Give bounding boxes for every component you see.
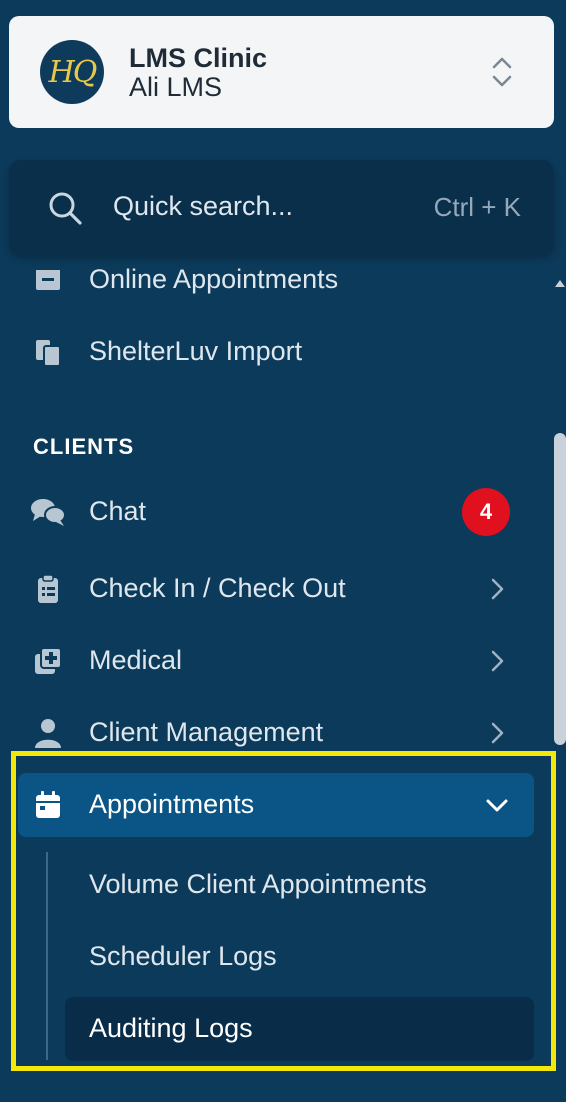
nav-item-label: Medical: [89, 645, 183, 675]
nav-item-label: Chat: [89, 496, 147, 526]
chevron-up-down-icon[interactable]: [489, 54, 515, 90]
subnav-item-scheduler-logs[interactable]: Scheduler Logs: [65, 925, 534, 989]
chevron-down-icon: [486, 799, 508, 812]
nav-item-online-appointments[interactable]: Online Appointments: [18, 248, 534, 312]
medical-plus-icon: [35, 647, 62, 674]
org-logo: HQ: [40, 40, 104, 104]
nav-item-appointments[interactable]: Appointments: [18, 773, 534, 837]
nav-item-label: Online Appointments: [89, 264, 339, 294]
nav-item-label: Appointments: [89, 789, 255, 819]
org-user-name: Ali LMS: [129, 72, 223, 102]
nav-item-label: Check In / Check Out: [89, 573, 346, 603]
org-switcher[interactable]: HQ LMS Clinic Ali LMS: [9, 16, 554, 128]
chat-icon: [31, 499, 66, 526]
subnav-item-label: Scheduler Logs: [89, 941, 277, 971]
section-label-clients: CLIENTS: [33, 434, 135, 459]
nav-item-medical[interactable]: Medical: [18, 629, 534, 693]
subnav-item-label: Auditing Logs: [89, 1013, 253, 1043]
scrollbar-thumb[interactable]: [554, 433, 566, 745]
calendar-icon: [36, 791, 60, 818]
subnav-item-volume-client-appointments[interactable]: Volume Client Appointments: [65, 853, 534, 917]
search-icon: [49, 192, 82, 225]
search-shortcut: Ctrl + K: [433, 192, 521, 222]
unread-count-badge: 4: [462, 488, 510, 536]
nav-item-label: Client Management: [89, 717, 324, 747]
subnav-item-label: Volume Client Appointments: [89, 869, 427, 899]
nav-item-client-management[interactable]: Client Management: [18, 701, 534, 765]
scroll-up-arrow-icon[interactable]: [553, 277, 566, 289]
chevron-right-icon: [491, 650, 504, 672]
chevron-right-icon: [491, 722, 504, 744]
subnav-item-auditing-logs[interactable]: Auditing Logs: [65, 997, 534, 1061]
submenu-guide-line: [46, 852, 48, 1060]
quick-search[interactable]: Quick search... Ctrl + K: [9, 160, 554, 254]
nav-item-chat[interactable]: Chat 4: [18, 480, 534, 544]
clipboard-copy-icon: [36, 340, 61, 367]
nav-item-check-in-check-out[interactable]: Check In / Check Out: [18, 557, 534, 621]
org-name: LMS Clinic: [129, 43, 268, 73]
user-icon: [35, 719, 61, 748]
clipboard-list-icon: [38, 574, 58, 603]
nav-item-shelterluv-import[interactable]: ShelterLuv Import: [18, 320, 534, 384]
chevron-right-icon: [491, 578, 504, 600]
nav-item-label: ShelterLuv Import: [89, 336, 303, 366]
calendar-box-icon: [36, 270, 60, 290]
search-placeholder: Quick search...: [113, 191, 294, 221]
